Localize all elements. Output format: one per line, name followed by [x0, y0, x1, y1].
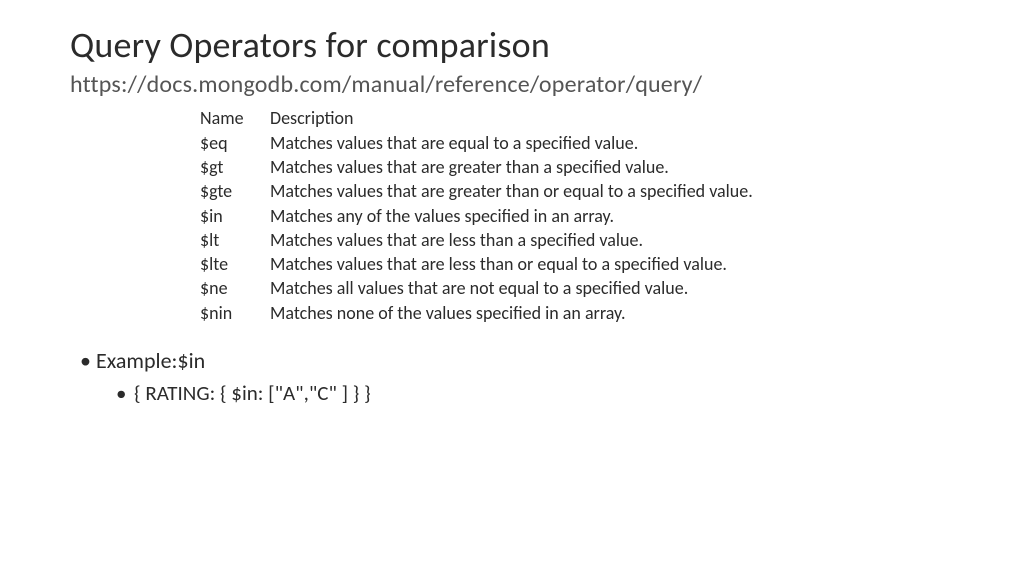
example-label: Example:$in: [96, 347, 205, 374]
op-description: Matches values that are equal to a speci…: [270, 132, 638, 154]
op-description: Matches values that are greater than a s…: [270, 156, 669, 178]
slide-title: Query Operators for comparison: [70, 24, 954, 67]
example-code: { RATING: { $in: ["A","C" ] } }: [134, 380, 371, 406]
op-name: $in: [200, 204, 270, 228]
table-row: $gteMatches values that are greater than…: [200, 179, 760, 203]
op-name: $nin: [200, 301, 270, 325]
op-description: Matches values that are less than a spec…: [270, 229, 643, 251]
table-row: $lteMatches values that are less than or…: [200, 252, 760, 276]
op-description: Matches any of the values specified in a…: [270, 205, 614, 227]
op-name: $eq: [200, 131, 270, 155]
op-name: $lte: [200, 252, 270, 276]
op-description: Matches all values that are not equal to…: [270, 277, 688, 299]
op-name: $ne: [200, 276, 270, 300]
op-name: $lt: [200, 228, 270, 252]
bullet-icon: •: [80, 347, 96, 374]
op-description: Matches none of the values specified in …: [270, 302, 626, 324]
table-row: $ltMatches values that are less than a s…: [200, 228, 760, 252]
header-description: Description: [270, 107, 353, 129]
op-name: $gte: [200, 179, 270, 203]
op-name: $gt: [200, 155, 270, 179]
op-description: Matches values that are greater than or …: [270, 180, 753, 202]
header-name: Name: [200, 106, 270, 130]
example-label-line: •Example:$in: [80, 347, 954, 374]
slide-subtitle-url: https://docs.mongodb.com/manual/referenc…: [70, 69, 954, 100]
bullet-icon: •: [116, 380, 134, 406]
table-header-row: NameDescription: [200, 106, 760, 130]
table-row: $gtMatches values that are greater than …: [200, 155, 760, 179]
op-description: Matches values that are less than or equ…: [270, 253, 727, 275]
table-row: $neMatches all values that are not equal…: [200, 276, 760, 300]
table-row: $ninMatches none of the values specified…: [200, 301, 760, 325]
operators-table: NameDescription $eqMatches values that a…: [200, 106, 760, 325]
example-code-line: •{ RATING: { $in: ["A","C" ] } }: [116, 380, 954, 406]
table-row: $inMatches any of the values specified i…: [200, 204, 760, 228]
table-row: $eqMatches values that are equal to a sp…: [200, 131, 760, 155]
example-block: •Example:$in •{ RATING: { $in: ["A","C" …: [80, 347, 954, 406]
